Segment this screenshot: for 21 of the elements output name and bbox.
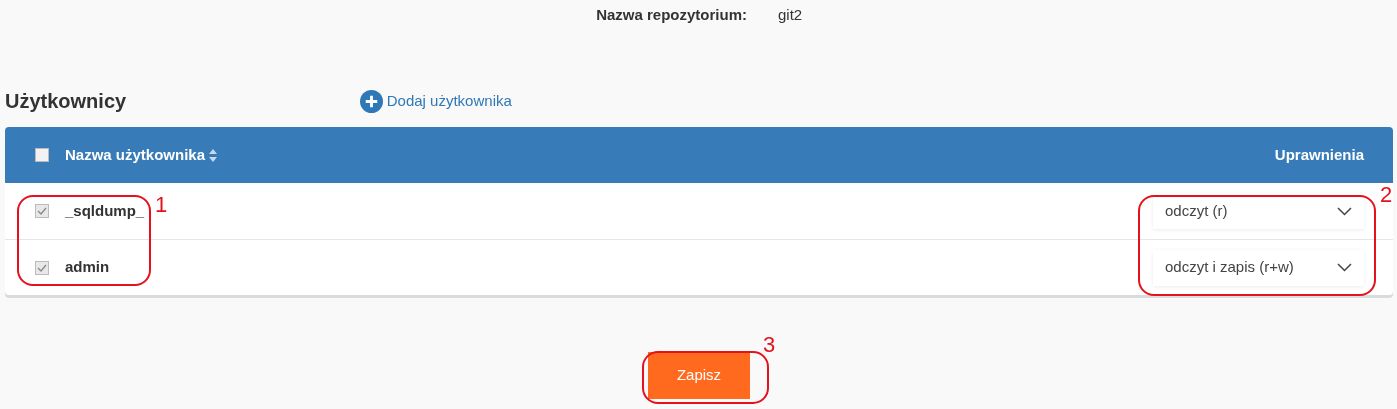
row-checkbox[interactable] [35,204,49,218]
field-label: Nazwa repozytorium: [595,5,747,24]
plus-icon [360,89,383,113]
column-header: Uprawnienia [1274,144,1364,165]
user-name: admin [65,257,110,278]
annotation-number: 2 [1380,184,1393,206]
row-checkbox[interactable] [35,260,49,275]
save-button[interactable]: Zapisz [648,352,750,399]
column-header[interactable]: Nazwa użytkownika [65,143,217,167]
section-title: Użytkownicy [5,89,128,114]
annotation-number: 1 [155,194,168,216]
select-all-checkbox[interactable] [35,148,49,162]
sort-icon[interactable] [208,148,217,162]
add-user-link[interactable]: Dodaj użytkownika [360,89,512,113]
user-name: _sqldump_ [65,200,145,221]
permission-dropdown[interactable]: odczyt (r) [1153,193,1364,229]
chevron-down-icon [1337,263,1352,272]
annotation-number: 3 [763,334,776,356]
repository-name: git2 [778,5,803,24]
chevron-down-icon [1337,206,1352,216]
permission-dropdown[interactable]: odczyt i zapis (r+w) [1153,249,1364,286]
